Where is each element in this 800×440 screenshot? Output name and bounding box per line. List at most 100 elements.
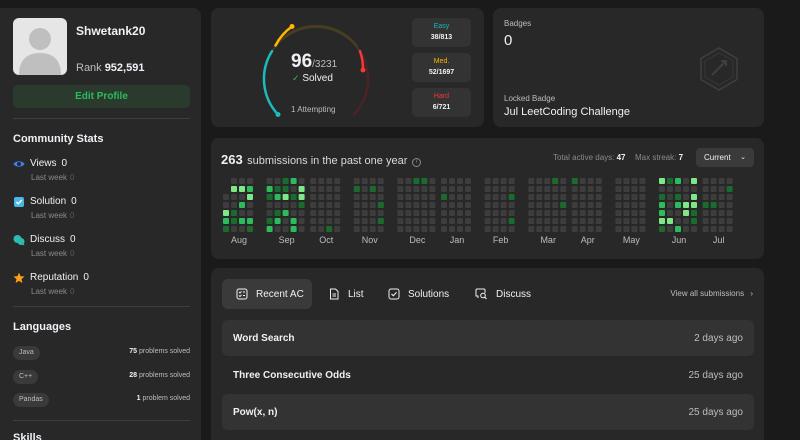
heatmap-cell[interactable] — [247, 226, 253, 232]
heatmap-cell[interactable] — [726, 194, 733, 200]
heatmap-cell[interactable] — [405, 218, 412, 224]
heatmap-cell[interactable] — [239, 218, 245, 224]
heatmap-cell[interactable] — [298, 202, 305, 208]
heatmap-cell[interactable] — [231, 178, 237, 184]
heatmap-cell[interactable] — [595, 218, 602, 224]
heatmap-cell[interactable] — [449, 202, 455, 208]
heatmap-cell[interactable] — [528, 210, 535, 216]
heatmap-cell[interactable] — [571, 186, 578, 192]
heatmap-cell[interactable] — [492, 226, 499, 232]
heatmap-cell[interactable] — [231, 218, 237, 224]
heatmap-cell[interactable] — [421, 202, 428, 208]
heatmap-cell[interactable] — [334, 210, 341, 216]
heatmap-cell[interactable] — [361, 218, 368, 224]
heatmap-cell[interactable] — [552, 202, 559, 208]
heatmap-cell[interactable] — [544, 194, 551, 200]
heatmap-cell[interactable] — [544, 226, 551, 232]
heatmap-cell[interactable] — [639, 186, 646, 192]
heatmap-cell[interactable] — [702, 226, 709, 232]
heatmap-cell[interactable] — [274, 226, 281, 232]
heatmap-cell[interactable] — [631, 218, 638, 224]
heatmap-cell[interactable] — [726, 202, 733, 208]
heatmap-cell[interactable] — [231, 194, 237, 200]
heatmap-cell[interactable] — [615, 218, 622, 224]
heatmap-cell[interactable] — [623, 186, 630, 192]
medium-box[interactable]: Med. 52/1697 — [412, 53, 471, 82]
heatmap-cell[interactable] — [544, 218, 551, 224]
heatmap-cell[interactable] — [508, 194, 515, 200]
heatmap-cell[interactable] — [318, 178, 325, 184]
heatmap-cell[interactable] — [675, 218, 681, 224]
heatmap-cell[interactable] — [377, 226, 384, 232]
heatmap-cell[interactable] — [560, 226, 567, 232]
heatmap-cell[interactable] — [691, 178, 697, 184]
heatmap-cell[interactable] — [353, 194, 360, 200]
heatmap-cell[interactable] — [659, 226, 665, 232]
heatmap-cell[interactable] — [405, 202, 412, 208]
heatmap-cell[interactable] — [413, 226, 420, 232]
heatmap-cell[interactable] — [544, 202, 551, 208]
heatmap-cell[interactable] — [631, 210, 638, 216]
heatmap-cell[interactable] — [500, 186, 507, 192]
heatmap-cell[interactable] — [560, 202, 567, 208]
tab-solutions[interactable]: Solutions — [388, 279, 449, 309]
heatmap-cell[interactable] — [266, 218, 273, 224]
heatmap-cell[interactable] — [318, 226, 325, 232]
heatmap-cell[interactable] — [377, 186, 384, 192]
heatmap-cell[interactable] — [274, 218, 281, 224]
heatmap-cell[interactable] — [266, 210, 273, 216]
heatmap-cell[interactable] — [691, 186, 697, 192]
heatmap-cell[interactable] — [457, 178, 463, 184]
heatmap-cell[interactable] — [310, 226, 317, 232]
heatmap-cell[interactable] — [595, 178, 602, 184]
heatmap-cell[interactable] — [718, 210, 725, 216]
heatmap-cell[interactable] — [239, 178, 245, 184]
heatmap-cell[interactable] — [318, 194, 325, 200]
heatmap-cell[interactable] — [560, 194, 567, 200]
heatmap-cell[interactable] — [615, 186, 622, 192]
heatmap-cell[interactable] — [623, 178, 630, 184]
heatmap-cell[interactable] — [659, 210, 665, 216]
heatmap-cell[interactable] — [247, 186, 253, 192]
heatmap-cell[interactable] — [457, 202, 463, 208]
heatmap-cell[interactable] — [552, 178, 559, 184]
heatmap-cell[interactable] — [552, 226, 559, 232]
heatmap-cell[interactable] — [544, 210, 551, 216]
heatmap-cell[interactable] — [326, 194, 333, 200]
heatmap-cell[interactable] — [595, 202, 602, 208]
heatmap-cell[interactable] — [397, 226, 404, 232]
heatmap-cell[interactable] — [587, 218, 594, 224]
heatmap-cell[interactable] — [361, 226, 368, 232]
heatmap-cell[interactable] — [457, 226, 463, 232]
heatmap-cell[interactable] — [492, 194, 499, 200]
heatmap-cell[interactable] — [615, 202, 622, 208]
heatmap-cell[interactable] — [282, 186, 289, 192]
heatmap-cell[interactable] — [623, 226, 630, 232]
heatmap-cell[interactable] — [298, 178, 305, 184]
heatmap-cell[interactable] — [247, 178, 253, 184]
heatmap-cell[interactable] — [239, 210, 245, 216]
heatmap-cell[interactable] — [544, 178, 551, 184]
heatmap-cell[interactable] — [675, 210, 681, 216]
heatmap-cell[interactable] — [326, 202, 333, 208]
heatmap-cell[interactable] — [528, 194, 535, 200]
heatmap-cell[interactable] — [631, 226, 638, 232]
heatmap-cell[interactable] — [353, 226, 360, 232]
heatmap-cell[interactable] — [579, 194, 586, 200]
heatmap-cell[interactable] — [659, 218, 665, 224]
heatmap-cell[interactable] — [429, 218, 436, 224]
heatmap-cell[interactable] — [429, 202, 436, 208]
heatmap-cell[interactable] — [560, 218, 567, 224]
heatmap-cell[interactable] — [484, 194, 491, 200]
heatmap-cell[interactable] — [465, 178, 471, 184]
submission-row[interactable]: Three Consecutive Odds 25 days ago — [222, 357, 754, 393]
heatmap-cell[interactable] — [484, 226, 491, 232]
heatmap-cell[interactable] — [318, 210, 325, 216]
heatmap-cell[interactable] — [449, 186, 455, 192]
heatmap-cell[interactable] — [639, 194, 646, 200]
heatmap-cell[interactable] — [710, 194, 717, 200]
heatmap-cell[interactable] — [465, 226, 471, 232]
heatmap-cell[interactable] — [310, 194, 317, 200]
heatmap-cell[interactable] — [718, 178, 725, 184]
heatmap-cell[interactable] — [326, 218, 333, 224]
